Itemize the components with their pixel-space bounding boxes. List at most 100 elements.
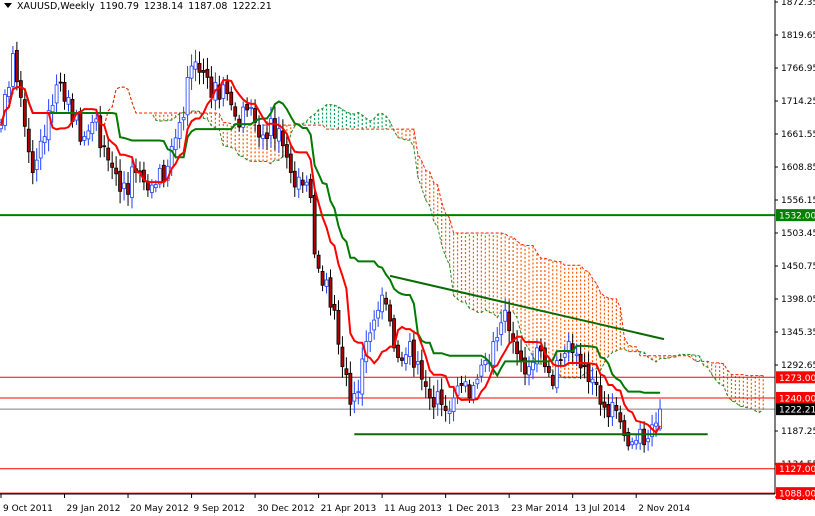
price-tick-label: 1872.35 xyxy=(781,0,815,8)
bull-candle xyxy=(352,393,357,402)
bear-candle xyxy=(467,384,472,399)
bear-candle xyxy=(257,125,261,138)
open-value: 1190.79 xyxy=(99,1,139,12)
bear-candle xyxy=(344,368,349,376)
price-tick-label: 1819.65 xyxy=(781,31,815,41)
bull-candle xyxy=(304,181,309,186)
senkou-span-b-line xyxy=(103,86,764,377)
bear-candle xyxy=(348,372,353,405)
bear-candle xyxy=(411,339,416,368)
time-tick-label: 13 Jul 2014 xyxy=(575,504,626,514)
bear-candle xyxy=(606,403,611,418)
bear-candle xyxy=(400,357,404,361)
bear-candle xyxy=(229,91,234,106)
bear-candle xyxy=(265,132,269,140)
horizontal-levels xyxy=(0,214,775,494)
bear-candle xyxy=(614,405,619,411)
bull-candle xyxy=(173,137,178,150)
bull-candle xyxy=(34,159,39,171)
price-tick-label: 1556.15 xyxy=(781,196,815,206)
bull-candle xyxy=(574,353,579,356)
time-tick-label: 11 Aug 2013 xyxy=(384,504,442,514)
senkou-span-a-line xyxy=(103,86,764,414)
bull-candle xyxy=(90,122,95,135)
chart-header: XAUUSD,Weekly 1190.79 1238.14 1187.08 1222.2… xyxy=(4,1,277,12)
bull-candle xyxy=(499,322,504,335)
bull-candle xyxy=(610,402,615,418)
price-tick-label: 1714.25 xyxy=(781,97,815,107)
bull-candle xyxy=(634,439,639,445)
bear-candle xyxy=(340,346,345,368)
bull-candle xyxy=(495,337,500,342)
bull-candle xyxy=(360,358,365,395)
bear-candle xyxy=(546,366,551,373)
bull-candle xyxy=(630,441,635,446)
bear-candle xyxy=(515,341,519,355)
bear-candle xyxy=(443,405,448,411)
bull-candle xyxy=(11,53,15,87)
bear-candle xyxy=(126,183,130,195)
bear-candle xyxy=(106,147,111,161)
bull-candle xyxy=(435,391,440,405)
bull-candle xyxy=(368,332,373,342)
axes: 1872.35 1819.65 1766.95 1714.25 1661.55 1608.… xyxy=(0,0,815,516)
bear-candle xyxy=(30,151,35,173)
high-value: 1238.14 xyxy=(143,1,184,12)
bear-candle xyxy=(114,167,119,175)
bear-candle xyxy=(396,344,400,358)
bull-candle xyxy=(372,319,377,331)
bull-candle xyxy=(415,361,420,365)
bull-candle xyxy=(42,136,47,143)
bull-candle xyxy=(447,410,452,414)
bull-candle xyxy=(531,361,535,371)
price-tick-label: 1398.05 xyxy=(781,295,815,305)
dropdown-triangle-icon[interactable] xyxy=(4,3,12,8)
bull-candle xyxy=(94,118,99,123)
bull-candle xyxy=(646,438,651,443)
bear-candle xyxy=(586,363,591,383)
bear-candle xyxy=(519,350,523,361)
bear-candle xyxy=(427,388,432,399)
bull-candle xyxy=(380,294,385,313)
bull-candle xyxy=(185,76,190,116)
bear-candle xyxy=(602,401,607,408)
bull-candle xyxy=(153,184,158,189)
symbol-label: XAUUSD,Weekly xyxy=(17,1,95,12)
low-value: 1187.08 xyxy=(188,1,228,12)
bear-candle xyxy=(550,374,555,386)
time-tick-label: 21 Apr 2013 xyxy=(321,504,377,514)
bull-candle xyxy=(475,378,480,385)
price-tick-label: 1608.85 xyxy=(781,163,815,173)
bull-candle xyxy=(130,166,134,198)
price-tick-label: 1292.65 xyxy=(781,361,815,371)
bear-candle xyxy=(558,359,563,362)
price-label-1532.00: 1532.00 xyxy=(779,212,815,222)
price-tick-label: 1503.45 xyxy=(781,229,815,239)
bear-candle xyxy=(423,381,428,387)
bear-candle xyxy=(618,412,623,423)
ichimoku-cloud xyxy=(103,86,764,414)
candles xyxy=(0,41,662,453)
bull-candle xyxy=(408,341,412,357)
bear-candle xyxy=(642,428,647,446)
bear-candle xyxy=(384,297,388,305)
bear-candle xyxy=(292,170,297,188)
price-chart[interactable]: 1872.35 1819.65 1766.95 1714.25 1661.55 1608.… xyxy=(0,0,815,516)
bull-candle xyxy=(54,84,59,104)
bear-candle xyxy=(201,70,206,73)
bull-candle xyxy=(404,354,408,364)
bull-candle xyxy=(451,397,456,413)
bear-candle xyxy=(388,304,392,322)
price-label-1088.00: 1088.00 xyxy=(779,490,815,500)
bull-candle xyxy=(527,366,531,376)
resistance-trendline xyxy=(389,274,665,341)
bear-candle xyxy=(197,63,202,73)
bull-candle xyxy=(86,130,91,140)
bear-candle xyxy=(439,389,444,405)
bull-candle xyxy=(356,391,361,394)
bear-candle xyxy=(26,128,31,153)
bear-candle xyxy=(102,145,107,148)
bull-candle xyxy=(491,341,496,366)
bull-candle xyxy=(463,381,468,387)
bear-candle xyxy=(245,103,250,111)
